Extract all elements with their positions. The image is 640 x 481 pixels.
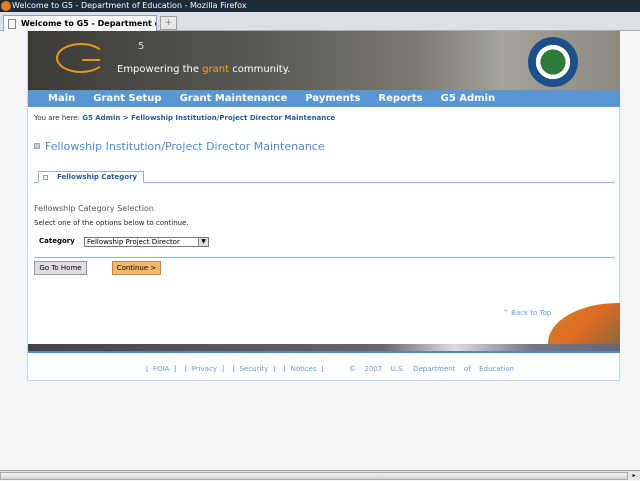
category-label: Category [39,237,75,245]
tab-label: Fellowship Category [57,173,138,181]
security-link[interactable]: Security [239,365,268,373]
page-icon [8,19,16,29]
scrollbar-thumb[interactable] [0,472,628,480]
collapse-icon[interactable] [34,143,40,149]
window-titlebar: Welcome to G5 - Department of Education … [0,0,640,12]
back-to-top-link[interactable]: ^ Back to Top [503,309,551,317]
breadcrumb-prefix: You are here: [34,114,83,122]
new-tab-button[interactable]: + [160,16,177,30]
nav-g5-admin[interactable]: G5 Admin [441,90,496,107]
chevron-down-icon[interactable]: ▼ [198,238,208,246]
privacy-link[interactable]: Privacy [192,365,217,373]
footer-band-line [28,351,620,353]
footer-band [28,344,620,351]
tab-bar: Welcome to G5 - Department of Edu... + [0,12,640,31]
department-seal-logo [528,37,578,87]
tab-title: Welcome to G5 - Department of Edu... [21,19,156,28]
category-select[interactable]: Fellowship Project Director ▼ [84,237,209,247]
nav-payments[interactable]: Payments [305,90,360,107]
nav-grant-maintenance[interactable]: Grant Maintenance [180,90,288,107]
continue-button[interactable]: Continue > [112,261,161,275]
page-title-text: Fellowship Institution/Project Director … [45,140,325,153]
page-title: Fellowship Institution/Project Director … [34,140,325,153]
browser-tab[interactable]: Welcome to G5 - Department of Edu... [3,15,157,31]
g5-logo-bar [82,59,100,61]
section-heading: Fellowship Category Selection [34,204,155,213]
tab-fellowship-category[interactable]: Fellowship Category [38,171,145,183]
tagline-accent: grant [202,64,230,75]
window-title: Welcome to G5 - Department of Education … [12,1,247,10]
main-nav: Main Grant Setup Grant Maintenance Payme… [28,90,620,107]
footer-links: [ FOIA ] [ Privacy ] [ Security ] [ Noti… [146,365,514,373]
g5-logo [56,43,106,73]
tagline-pre: Empowering the [117,64,203,75]
instruction-text: Select one of the options below to conti… [34,219,189,227]
notices-link[interactable]: Notices [291,365,317,373]
copyright: © 2007 U.S. Department of Education [348,365,514,373]
g5-logo-number: 5 [138,41,145,52]
nav-reports[interactable]: Reports [378,90,422,107]
classroom-image [548,303,620,345]
breadcrumb-path[interactable]: G5 Admin > Fellowship Institution/Projec… [82,114,335,122]
page-container: 5 Empowering the grant community. Main G… [27,31,620,381]
go-to-home-button[interactable]: Go To Home [34,261,87,275]
tagline: Empowering the grant community. [117,64,290,75]
horizontal-scrollbar[interactable]: ▸ [0,470,640,480]
breadcrumb: You are here: G5 Admin > Fellowship Inst… [34,114,335,122]
category-value: Fellowship Project Director [87,238,180,246]
firefox-icon [1,1,11,11]
tagline-post: community. [229,64,291,75]
divider [34,257,614,258]
site-header: 5 Empowering the grant community. [28,31,620,90]
foia-link[interactable]: FOIA [153,365,169,373]
tab-icon [43,175,48,180]
nav-grant-setup[interactable]: Grant Setup [93,90,161,107]
nav-main[interactable]: Main [48,90,75,107]
